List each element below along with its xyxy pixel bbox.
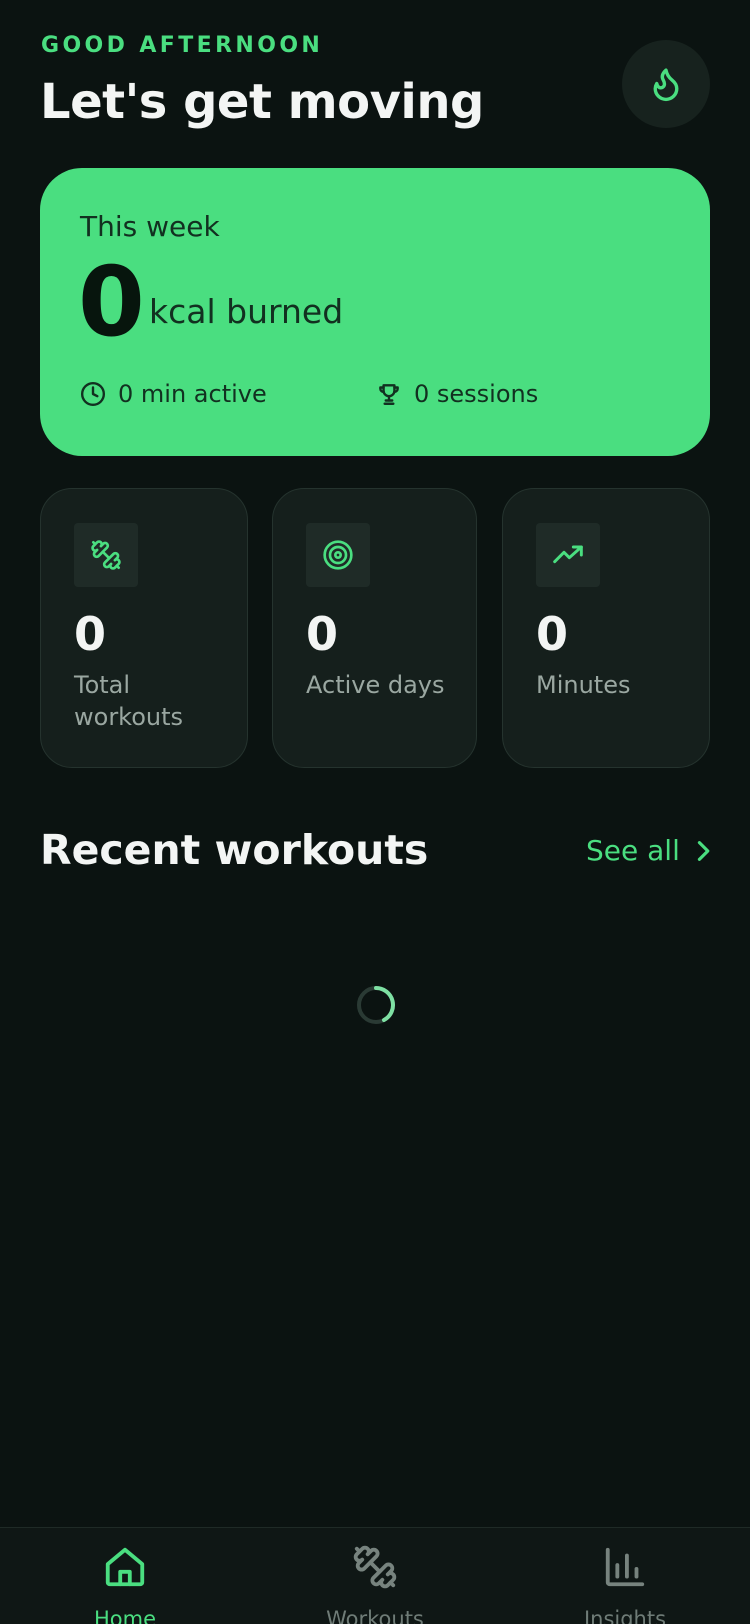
stat-value: 0 bbox=[536, 607, 569, 661]
home-icon bbox=[105, 1547, 145, 1587]
sessions-text: 0 sessions bbox=[414, 380, 539, 408]
tile-icon-box bbox=[306, 523, 370, 587]
greeting-text: GOOD AFTERNOON bbox=[41, 33, 324, 58]
stat-value: 0 bbox=[74, 607, 107, 661]
stat-label: Total workouts bbox=[74, 671, 184, 731]
chevron-right-icon bbox=[697, 840, 710, 861]
streak-button[interactable] bbox=[622, 40, 710, 128]
nav-label: Home bbox=[93, 1607, 156, 1624]
clock-icon bbox=[80, 381, 106, 407]
see-all-link[interactable]: See all bbox=[586, 834, 712, 867]
nav-label: Insights bbox=[583, 1607, 667, 1624]
stat-label: Active days bbox=[306, 671, 445, 699]
see-all-label: See all bbox=[586, 834, 680, 867]
page-title: Let's get moving bbox=[40, 74, 484, 130]
kcal-unit: kcal burned bbox=[149, 292, 344, 331]
stat-tile-active-days[interactable]: 0 Active days bbox=[272, 488, 477, 768]
kcal-value: 0 bbox=[78, 246, 145, 358]
target-icon bbox=[323, 540, 353, 570]
active-minutes-stat: 0 min active bbox=[80, 380, 267, 408]
trophy-icon bbox=[379, 384, 399, 405]
stat-tile-total-workouts[interactable]: 0 Total workouts bbox=[40, 488, 248, 768]
flame-icon bbox=[653, 68, 679, 101]
sessions-stat: 0 sessions bbox=[376, 380, 538, 408]
loading-spinner bbox=[357, 986, 395, 1024]
trending-up-icon bbox=[553, 545, 583, 564]
tile-icon-box bbox=[74, 523, 138, 587]
active-minutes-text: 0 min active bbox=[118, 380, 267, 408]
stat-tile-minutes[interactable]: 0 Minutes bbox=[502, 488, 710, 768]
dumbbell-icon bbox=[353, 1545, 397, 1589]
weekly-summary-card: This week 0 kcal burned 0 min active 0 s… bbox=[40, 168, 710, 456]
nav-item-workouts[interactable]: Workouts bbox=[285, 1528, 465, 1624]
stat-label: Minutes bbox=[536, 671, 631, 699]
home-screen: GOOD AFTERNOON Let's get moving This wee… bbox=[0, 0, 750, 1624]
nav-label: Workouts bbox=[326, 1607, 424, 1624]
stat-value: 0 bbox=[306, 607, 339, 661]
bottom-navigation: Home Workouts Insights bbox=[0, 1527, 750, 1624]
dumbbell-icon bbox=[91, 540, 121, 570]
nav-item-home[interactable]: Home bbox=[35, 1528, 215, 1624]
week-label: This week bbox=[80, 210, 220, 243]
tile-icon-box bbox=[536, 523, 600, 587]
nav-item-insights[interactable]: Insights bbox=[535, 1528, 715, 1624]
recent-workouts-title: Recent workouts bbox=[40, 826, 429, 874]
bar-chart-icon bbox=[605, 1547, 645, 1587]
